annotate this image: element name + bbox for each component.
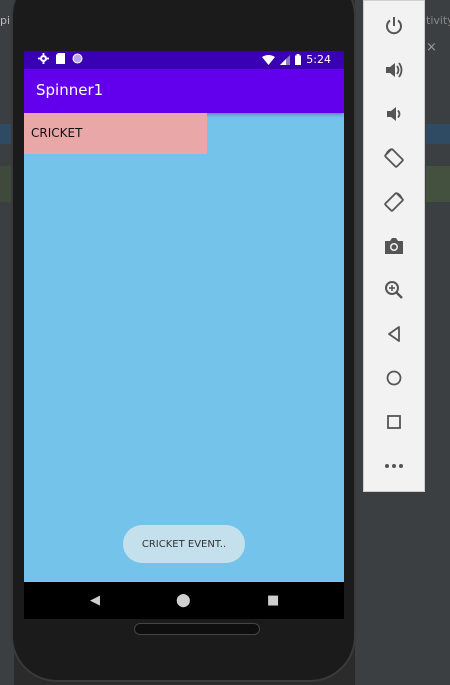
home-button[interactable] xyxy=(379,363,409,393)
ide-close-icon[interactable]: × xyxy=(426,40,437,55)
sd-card-icon xyxy=(56,53,65,64)
nav-home-icon[interactable]: ⬤ xyxy=(176,593,191,608)
volume-up-button[interactable] xyxy=(379,55,409,85)
zoom-in-icon xyxy=(385,281,403,299)
phone-screen: 5:24 Spinner1 CRICKET CRICKET EVENT.. ◀ … xyxy=(24,51,344,619)
zoom-button[interactable] xyxy=(379,275,409,305)
power-button[interactable] xyxy=(379,11,409,41)
gear-icon xyxy=(38,53,49,64)
ide-right-highlight xyxy=(426,124,450,144)
rotate-right-icon xyxy=(384,192,404,212)
ide-right-row xyxy=(426,166,450,202)
power-icon xyxy=(386,17,402,35)
volume-down-icon xyxy=(387,107,401,121)
camera-icon xyxy=(385,238,403,254)
wifi-icon xyxy=(262,54,276,65)
navigation-bar: ◀ ⬤ ■ xyxy=(24,582,344,619)
status-bar: 5:24 xyxy=(24,51,344,69)
rotate-right-button[interactable] xyxy=(379,187,409,217)
signal-icon xyxy=(280,54,291,65)
nav-back-icon[interactable]: ◀ xyxy=(90,593,100,608)
home-circle-icon xyxy=(386,370,402,386)
volume-down-button[interactable] xyxy=(379,99,409,129)
emulator-toolbar xyxy=(363,0,425,492)
app-bar: Spinner1 xyxy=(24,69,344,113)
overview-square-icon xyxy=(387,415,401,429)
circle-icon xyxy=(72,53,83,64)
more-button[interactable] xyxy=(379,451,409,481)
spinner-selected-value: CRICKET xyxy=(31,126,83,140)
overview-button[interactable] xyxy=(379,407,409,437)
app-title: Spinner1 xyxy=(36,81,104,99)
more-dots-icon xyxy=(385,464,403,468)
back-button[interactable] xyxy=(379,319,409,349)
ide-left-tab-label: pi xyxy=(0,14,11,27)
screenshot-button[interactable] xyxy=(379,231,409,261)
bottom-speaker xyxy=(134,623,260,635)
ide-right-tab-label: tivity xyxy=(426,14,450,27)
battery-icon xyxy=(295,54,302,65)
status-time: 5:24 xyxy=(306,53,331,66)
toast-text: CRICKET EVENT.. xyxy=(141,538,227,550)
back-triangle-icon xyxy=(388,326,400,342)
sport-spinner[interactable]: CRICKET xyxy=(24,113,207,154)
rotate-left-button[interactable] xyxy=(379,143,409,173)
toast-message: CRICKET EVENT.. xyxy=(123,525,245,563)
nav-recents-icon[interactable]: ■ xyxy=(267,593,279,608)
rotate-left-icon xyxy=(384,148,404,168)
volume-up-icon xyxy=(386,62,403,78)
